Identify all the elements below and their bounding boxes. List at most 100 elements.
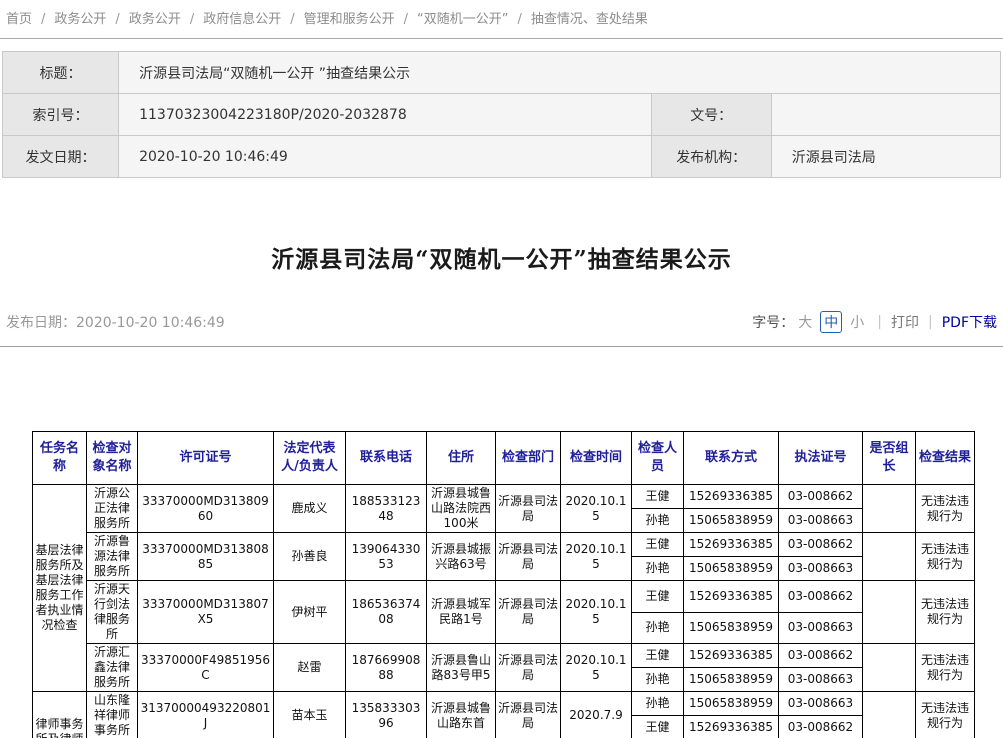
publish-date: 发布日期：2020-10-20 10:46:49 — [6, 312, 225, 332]
address-cell: 沂源县鲁山路83号甲5 — [427, 644, 496, 692]
legal-rep-cell: 孙善良 — [274, 533, 346, 581]
font-size-small-button[interactable]: 小 — [850, 312, 864, 332]
inspector-contact-cell: 15065838959 — [684, 668, 779, 692]
time-cell: 2020.7.9 — [561, 692, 632, 738]
leader-cell — [863, 581, 916, 644]
meta-docnum-value — [771, 94, 1000, 136]
breadcrumb-item[interactable]: 管理和服务公开 — [304, 12, 395, 27]
column-header: 是否组长 — [863, 432, 916, 485]
column-header: 执法证号 — [779, 432, 863, 485]
time-cell: 2020.10.15 — [561, 485, 632, 533]
task-name-cell: 律师事务所及律师执业情况检查 — [33, 692, 87, 738]
breadcrumb-item[interactable]: 政务公开 — [54, 12, 106, 27]
breadcrumb-separator: / — [290, 12, 294, 27]
font-size-medium-button[interactable]: 中 — [820, 311, 842, 333]
pdf-download-button[interactable]: PDF下载 — [942, 312, 997, 332]
target-name-cell: 山东隆祥律师事务所 — [87, 692, 138, 738]
column-header: 任务名称 — [33, 432, 87, 485]
inspector-name-cell: 王健 — [632, 716, 684, 738]
breadcrumb-item[interactable]: “双随机一公开” — [417, 12, 508, 27]
phone-cell: 18853312348 — [346, 485, 427, 533]
inspector-contact-cell: 15065838959 — [684, 557, 779, 581]
inspector-contact-cell: 15269336385 — [684, 533, 779, 557]
breadcrumb-item[interactable]: 政府信息公开 — [203, 12, 281, 27]
result-cell: 无违法违规行为 — [916, 692, 975, 738]
page: 首页/政务公开/政务公开/政府信息公开/管理和服务公开/“双随机一公开”/抽查情… — [0, 0, 1003, 738]
meta-agency-label: 发布机构： — [651, 136, 771, 178]
address-cell: 沂源县城振兴路63号 — [427, 533, 496, 581]
inspector-cert-cell: 03-008662 — [779, 533, 863, 557]
inspector-cert-cell: 03-008663 — [779, 557, 863, 581]
phone-cell: 18653637408 — [346, 581, 427, 644]
license-cell: 33370000MD31380885 — [138, 533, 274, 581]
column-header: 检查人员 — [632, 432, 684, 485]
meta-agency-value: 沂源县司法局 — [771, 136, 1000, 178]
task-name-cell: 基层法律服务所及基层法律服务工作者执业情况检查 — [33, 485, 87, 692]
table-row: 沂源鲁源法律服务所33370000MD31380885孙善良1390643305… — [33, 533, 975, 557]
inspector-cert-cell: 03-008662 — [779, 581, 863, 613]
inspector-contact-cell: 15269336385 — [684, 485, 779, 509]
date-toolbar: 发布日期：2020-10-20 10:46:49 字号： 大 中 小 | 打印 … — [6, 310, 997, 334]
column-header: 法定代表人/负责人 — [274, 432, 346, 485]
inspection-table: 任务名称检查对象名称许可证号法定代表人/负责人联系电话住所检查部门检查时间检查人… — [32, 431, 975, 738]
dept-cell: 沂源县司法局 — [496, 533, 561, 581]
breadcrumb-item[interactable]: 抽查情况、查处结果 — [531, 12, 648, 27]
breadcrumb-separator: / — [404, 12, 408, 27]
inspector-name-cell: 孙艳 — [632, 612, 684, 644]
leader-cell — [863, 533, 916, 581]
table-row: 沂源天行剑法律服务所33370000MD313807X5伊树平186536374… — [33, 581, 975, 613]
phone-cell: 13583330396 — [346, 692, 427, 738]
time-cell: 2020.10.15 — [561, 581, 632, 644]
leader-cell — [863, 485, 916, 533]
tool-separator: | — [877, 314, 882, 330]
column-header: 许可证号 — [138, 432, 274, 485]
meta-table: 标题： 沂源县司法局“双随机一公开 ”抽查结果公示 索引号： 113703230… — [2, 51, 1001, 178]
meta-title-value: 沂源县司法局“双随机一公开 ”抽查结果公示 — [119, 52, 1001, 94]
inspector-cert-cell: 03-008663 — [779, 692, 863, 716]
inspector-contact-cell: 15269336385 — [684, 644, 779, 668]
font-size-large-button[interactable]: 大 — [798, 312, 812, 332]
meta-date-label: 发文日期： — [3, 136, 119, 178]
content-divider — [0, 346, 1003, 347]
column-header: 联系电话 — [346, 432, 427, 485]
inspector-cert-cell: 03-008663 — [779, 668, 863, 692]
inspection-table-header-row: 任务名称检查对象名称许可证号法定代表人/负责人联系电话住所检查部门检查时间检查人… — [33, 432, 975, 485]
time-cell: 2020.10.15 — [561, 644, 632, 692]
inspector-cert-cell: 03-008663 — [779, 509, 863, 533]
inspector-cert-cell: 03-008663 — [779, 612, 863, 644]
breadcrumb-separator: / — [41, 12, 45, 27]
license-cell: 33370000F49851956C — [138, 644, 274, 692]
table-row: 基层法律服务所及基层法律服务工作者执业情况检查沂源公正法律服务所33370000… — [33, 485, 975, 509]
target-name-cell: 沂源天行剑法律服务所 — [87, 581, 138, 644]
column-header: 检查结果 — [916, 432, 975, 485]
time-cell: 2020.10.15 — [561, 533, 632, 581]
breadcrumb-separator: / — [518, 12, 522, 27]
table-row: 律师事务所及律师执业情况检查山东隆祥律师事务所31370000493220801… — [33, 692, 975, 716]
breadcrumb-item[interactable]: 首页 — [6, 12, 32, 27]
inspector-cert-cell: 03-008662 — [779, 485, 863, 509]
phone-cell: 13906433053 — [346, 533, 427, 581]
address-cell: 沂源县城鲁山路东首 — [427, 692, 496, 738]
print-button[interactable]: 打印 — [891, 312, 919, 332]
leader-cell — [863, 644, 916, 692]
dept-cell: 沂源县司法局 — [496, 581, 561, 644]
target-name-cell: 沂源鲁源法律服务所 — [87, 533, 138, 581]
inspector-contact-cell: 15269336385 — [684, 581, 779, 613]
result-cell: 无违法违规行为 — [916, 485, 975, 533]
inspector-contact-cell: 15269336385 — [684, 716, 779, 738]
inspector-name-cell: 王健 — [632, 533, 684, 557]
column-header: 检查对象名称 — [87, 432, 138, 485]
inspector-contact-cell: 15065838959 — [684, 612, 779, 644]
breadcrumb-item[interactable]: 政务公开 — [129, 12, 181, 27]
dept-cell: 沂源县司法局 — [496, 485, 561, 533]
inspector-name-cell: 王健 — [632, 581, 684, 613]
target-name-cell: 沂源公正法律服务所 — [87, 485, 138, 533]
column-header: 住所 — [427, 432, 496, 485]
target-name-cell: 沂源汇鑫法律服务所 — [87, 644, 138, 692]
breadcrumb: 首页/政务公开/政务公开/政府信息公开/管理和服务公开/“双随机一公开”/抽查情… — [0, 0, 1003, 39]
result-cell: 无违法违规行为 — [916, 581, 975, 644]
inspector-cert-cell: 03-008662 — [779, 644, 863, 668]
breadcrumb-separator: / — [190, 12, 194, 27]
legal-rep-cell: 伊树平 — [274, 581, 346, 644]
meta-row-index: 索引号： 11370323004223180P/2020-2032878 文号： — [3, 94, 1001, 136]
